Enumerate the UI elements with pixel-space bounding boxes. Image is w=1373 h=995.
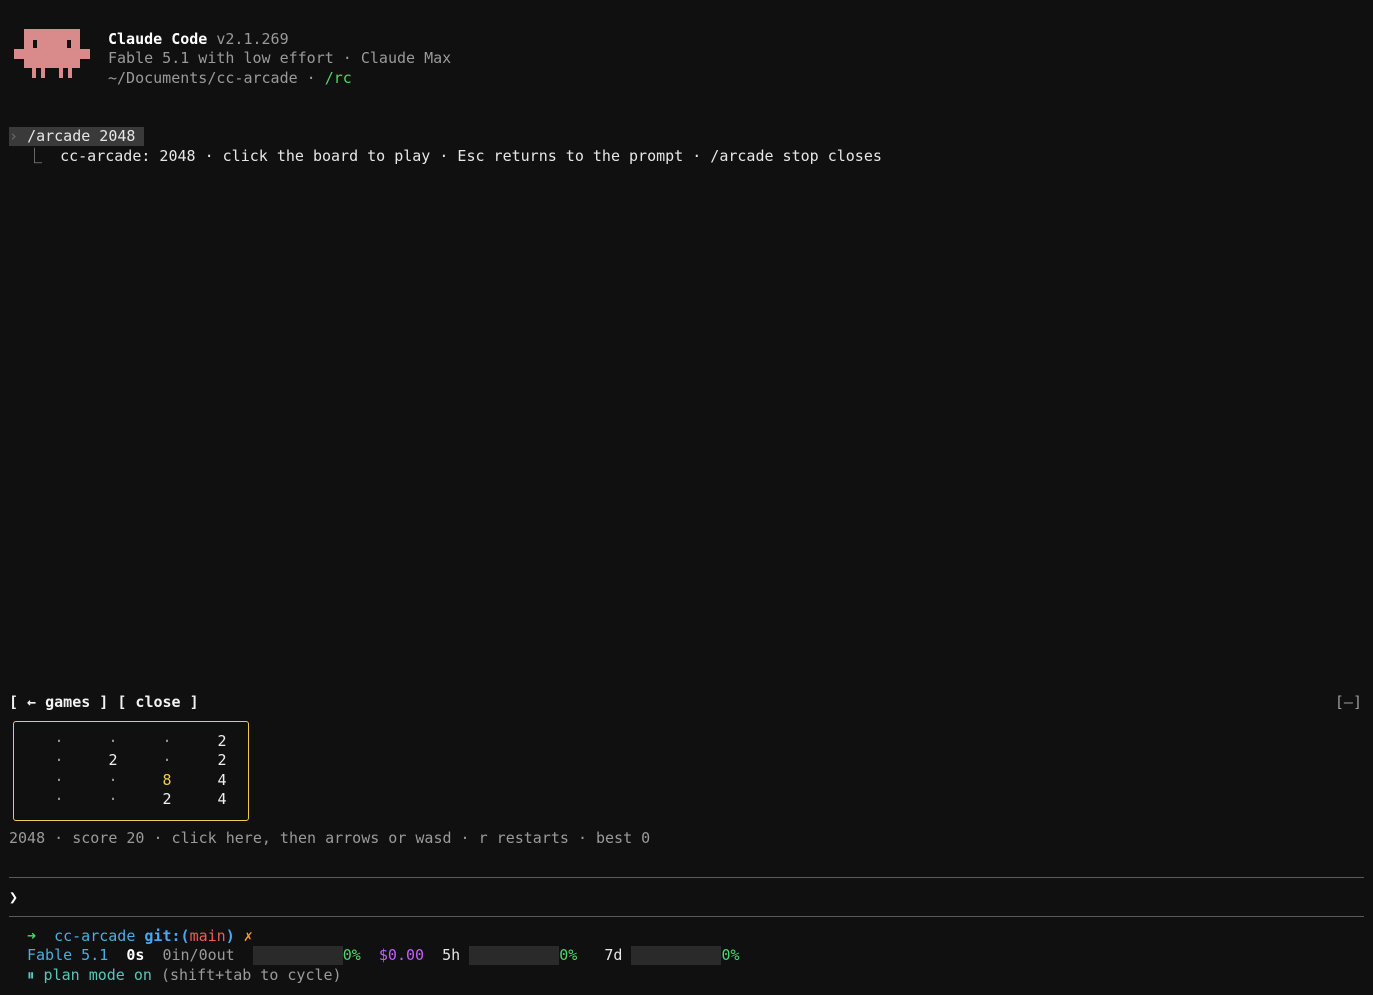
context-usage-bar: [252, 946, 343, 965]
session-cost: $0.00: [378, 946, 425, 964]
pause-icon: ⏸: [27, 966, 35, 984]
elapsed-time: 0s: [126, 946, 145, 964]
app-name: Claude Code: [108, 30, 208, 48]
path-line: ~/Documents/cc-arcade · /rc: [108, 69, 352, 88]
seven-day-label: 7d: [604, 946, 623, 964]
board-cell: ·: [54, 732, 64, 750]
board-cell: ·: [54, 771, 64, 789]
board-cell: ·: [162, 732, 172, 750]
result-text: cc-arcade: 2048 · click the board to pla…: [60, 147, 882, 165]
token-count: 0in/0out: [162, 946, 235, 964]
back-to-games-button[interactable]: [ ← games ]: [9, 693, 108, 711]
header-title-line: Claude Code v2.1.269: [108, 30, 289, 49]
close-game-button[interactable]: [ close ]: [117, 693, 198, 711]
seven-day-usage-pct: 0%: [721, 946, 740, 964]
board-cell: 2: [217, 751, 227, 769]
arrow-icon: ➜: [27, 927, 37, 945]
git-status-line: ➜ cc-arcade git:(main) ✗: [27, 927, 253, 946]
dirty-icon: ✗: [243, 927, 253, 945]
board-cell: ·: [162, 751, 172, 769]
five-hour-usage-bar: [469, 946, 560, 965]
board-cell: ·: [54, 790, 64, 808]
model-info: Fable 5.1 with low effort · Claude Max: [108, 49, 452, 67]
game-status: 2048 · score 20 · click here, then arrow…: [9, 829, 651, 847]
board-cell: 4: [217, 790, 227, 808]
git-label: git:(: [144, 927, 190, 945]
game-board[interactable]: · · · 2 · 2 · 2 · · 8 4 · · 2 4: [13, 721, 249, 821]
board-cell: 8: [162, 771, 172, 789]
prompt-caret-icon: ❯: [9, 888, 19, 906]
command-text: /arcade 2048: [27, 127, 136, 145]
board-cell: 4: [217, 771, 227, 789]
seven-day-usage-bar: [631, 946, 722, 965]
claude-mascot-icon: [14, 29, 90, 78]
five-hour-usage-pct: 0%: [559, 946, 578, 964]
prompt-input[interactable]: [28, 886, 1362, 910]
path-separator: ·: [297, 69, 325, 87]
prompt-top-divider: [9, 877, 1364, 878]
working-directory: ~/Documents/cc-arcade: [108, 69, 298, 87]
five-hour-label: 5h: [442, 946, 461, 964]
app-version: v2.1.269: [216, 30, 289, 48]
board-cell: ·: [108, 732, 118, 750]
minimize-button[interactable]: [–]: [1335, 693, 1362, 712]
game-toolbar: [ ← games ] [ close ]: [9, 693, 199, 712]
branch-name: main: [189, 927, 226, 945]
git-label-close: ): [225, 927, 235, 945]
board-cell: ·: [108, 790, 118, 808]
mode-line[interactable]: ⏸ plan mode on (shift+tab to cycle): [27, 966, 342, 985]
prompt-bottom-divider: [9, 916, 1364, 917]
context-usage-pct: 0%: [342, 946, 361, 964]
model-name: Fable 5.1: [27, 946, 109, 964]
remote-command: /rc: [324, 69, 352, 87]
plan-mode-label: plan mode on: [43, 966, 152, 984]
result-branch-icon: ⎿: [27, 147, 43, 165]
mode-hint: (shift+tab to cycle): [160, 966, 342, 984]
usage-stats-line: Fable 5.1 0s 0in/0out 0% $0.00 5h 0% 7d …: [27, 946, 740, 965]
command-chevron-icon: ›: [9, 127, 19, 145]
board-cell: 2: [217, 732, 227, 750]
board-cell: 2: [162, 790, 172, 808]
board-cell: ·: [108, 771, 118, 789]
board-cell: 2: [108, 751, 118, 769]
command-result: ⎿ cc-arcade: 2048 · click the board to p…: [27, 147, 882, 166]
user-command-message: › /arcade 2048: [9, 127, 145, 146]
board-cell: ·: [54, 751, 64, 769]
repo-name: cc-arcade: [54, 927, 136, 945]
